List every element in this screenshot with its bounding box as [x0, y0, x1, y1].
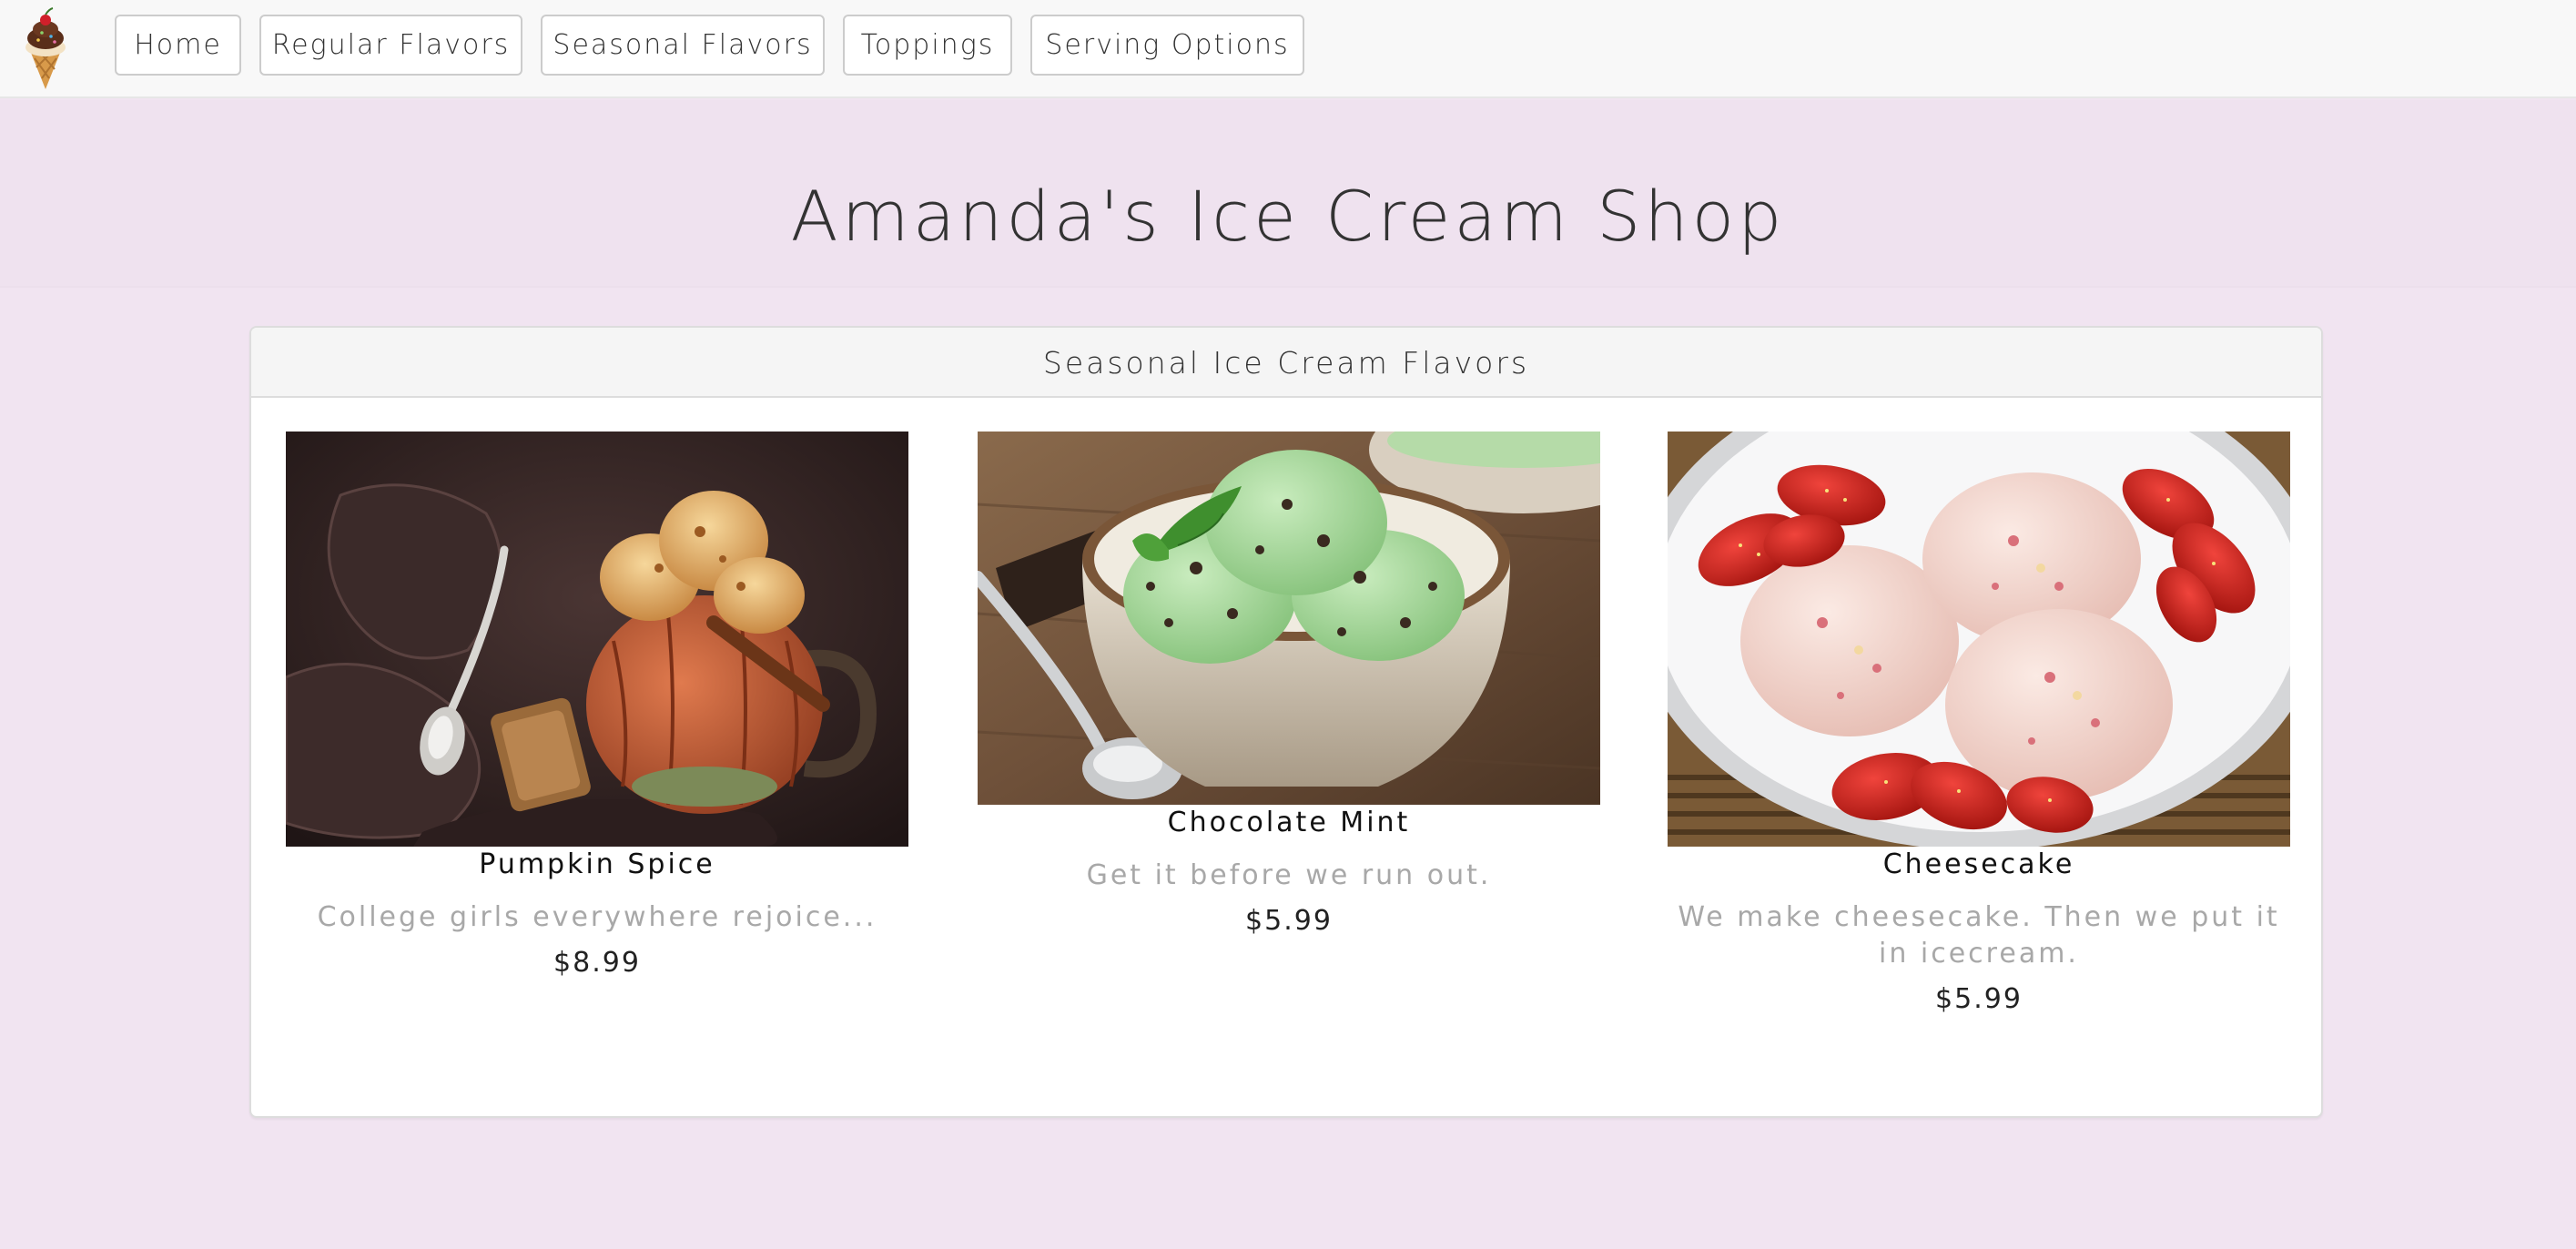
flavor-price: $8.99 — [553, 947, 641, 979]
hero-banner: Amanda's Ice Cream Shop — [0, 100, 2576, 288]
mint-chip-bowl-photo — [978, 432, 1600, 805]
nav-seasonal-flavors-button[interactable]: Seasonal Flavors — [541, 15, 825, 76]
flavor-card-cheesecake: Cheesecake We make cheesecake. Then we p… — [1668, 432, 2290, 1018]
nav-regular-flavors-button[interactable]: Regular Flavors — [259, 15, 522, 76]
page-title: Amanda's Ice Cream Shop — [790, 176, 1786, 257]
flavor-card-chocolate-mint: Chocolate Mint Get it before we run out.… — [978, 432, 1600, 939]
flavor-price: $5.99 — [1245, 905, 1333, 937]
flavor-price: $5.99 — [1935, 983, 2023, 1015]
flavor-name: Pumpkin Spice — [479, 848, 715, 880]
nav-toppings-button[interactable]: Toppings — [843, 15, 1012, 76]
flavor-name: Chocolate Mint — [1167, 807, 1411, 838]
nav-home-button[interactable]: Home — [115, 15, 241, 76]
flavor-card-pumpkin-spice: Pumpkin Spice College girls everywhere r… — [286, 432, 908, 981]
top-navbar: Home Regular Flavors Seasonal Flavors To… — [0, 0, 2576, 98]
pumpkin-mug-ice-cream-photo — [286, 432, 908, 847]
seasonal-flavors-panel: Seasonal Ice Cream Flavors Pumpkin Spice… — [249, 326, 2323, 1118]
flavor-description: We make cheesecake. Then we put it in ic… — [1678, 901, 2280, 970]
ice-cream-cone-icon[interactable] — [16, 5, 75, 91]
flavor-description: Get it before we run out. — [1086, 859, 1492, 891]
strawberry-cheesecake-bowl-photo — [1668, 432, 2290, 847]
panel-heading: Seasonal Ice Cream Flavors — [251, 328, 2321, 398]
nav-serving-options-button[interactable]: Serving Options — [1030, 15, 1304, 76]
flavor-description: College girls everywhere rejoice... — [317, 901, 877, 933]
flavor-name: Cheesecake — [1882, 848, 2075, 880]
